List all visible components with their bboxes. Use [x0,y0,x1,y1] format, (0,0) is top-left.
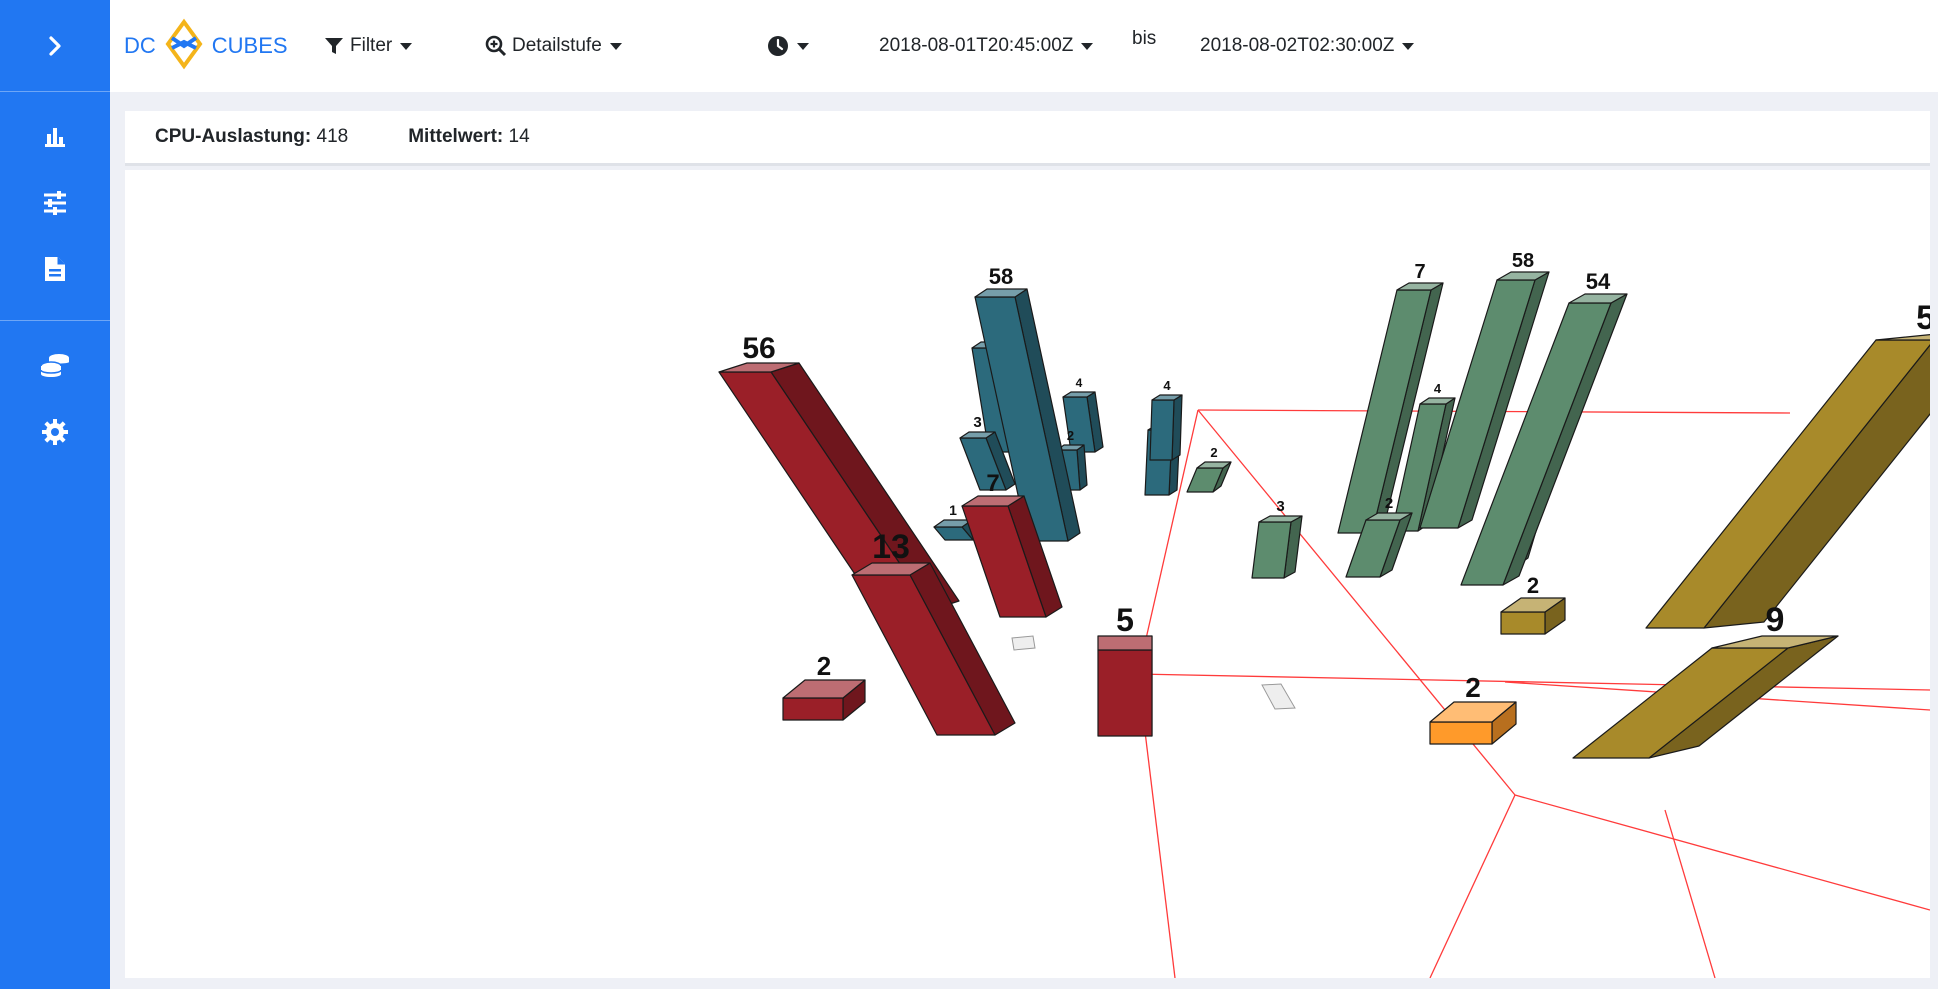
zoom-in-icon [485,35,507,57]
cpu-usage-stat: CPU-Auslastung: 418 [155,126,348,148]
clock-icon [768,36,788,56]
start-time-dropdown[interactable]: 2018-08-01T20:45:00Z [879,30,1094,62]
top-navbar: DC CUBES Filter Detailstufe 2018-08-01T2… [110,0,1938,92]
sidebar-item-settings[interactable] [0,399,110,465]
gear-icon [42,419,68,445]
filter-icon [325,38,343,54]
bar-value-label: 7 [1414,261,1425,283]
time-range-separator: bis [1132,28,1157,49]
cube-3d-chart[interactable]: 23745854324442123581567135254922 [125,170,1930,978]
sidebar-toggle-button[interactable] [0,0,110,92]
document-icon [45,257,65,281]
grid-line [1514,794,1930,911]
sidebar-item-settings-sliders[interactable] [0,170,110,236]
bar-value-label: 2 [817,651,831,681]
bar-value-label: 4 [1163,378,1171,393]
start-time-value: 2018-08-01T20:45:00Z [879,35,1074,56]
grid-line [1664,809,1716,978]
bar-value-label: 2 [1067,428,1074,443]
bar-top-face [1097,635,1153,651]
brand-text-right: CUBES [211,33,288,58]
bar-value-label: 4 [1434,381,1442,396]
bar-value-label: 58 [1512,250,1534,272]
chart-bar-teal [1062,391,1104,453]
sidebar-nav-secondary [0,321,110,465]
chart-bar-red [782,679,866,721]
bar-front-face [1500,611,1546,635]
brand-logo[interactable]: DC CUBES [124,18,288,74]
detail-level-dropdown[interactable]: Detailstufe [485,30,622,62]
bar-value-label: 2 [1210,445,1217,460]
bar-value-label: 54 [1916,299,1930,337]
grid-line [1137,673,1930,691]
bar-value-label: 4 [1076,376,1083,390]
bar-value-label: 9 [1766,601,1785,639]
bar-value-label: 2 [1465,672,1481,703]
database-icon [40,354,69,377]
detail-level-label: Detailstufe [512,35,602,56]
bar-value-label: 58 [989,264,1013,289]
sidebar-item-documents[interactable] [0,236,110,302]
bar-value-label: 13 [872,528,910,566]
bar-front-face [1251,521,1292,579]
bar-value-label: 3 [973,414,981,431]
cpu-usage-value: 418 [316,126,349,147]
floor-tile [1261,683,1296,710]
chart-bar-gold [1500,597,1566,635]
chevron-down-icon [1081,42,1094,50]
bar-front-face [782,697,844,721]
sidebar-item-database[interactable] [0,333,110,399]
stats-bar: CPU-Auslastung: 418 Mittelwert: 14 [125,111,1930,166]
sidebar-item-charts[interactable] [0,104,110,170]
bar-value-label: 54 [1586,269,1611,294]
filter-label: Filter [350,35,393,56]
bar-value-label: 2 [1527,573,1539,598]
time-preset-dropdown[interactable] [767,30,809,62]
mean-label: Mittelwert: [408,126,504,147]
chevron-down-icon [400,42,413,50]
sidebar [0,0,110,989]
sidebar-nav-main [0,92,110,321]
bar-chart-icon [45,128,65,147]
chart-bar-red [1097,635,1153,737]
cube-logo-icon [165,18,203,70]
chart-bar-green [1251,515,1303,579]
brand-text-left: DC [124,33,156,58]
bar-value-label: 7 [986,470,999,497]
chart-bar-gold [1645,333,1930,629]
cpu-usage-label: CPU-Auslastung: [155,126,312,147]
bar-front-face [1149,399,1175,461]
chart-bar-green [1186,461,1232,493]
bar-value-label: 2 [1385,495,1393,512]
chart-bar-teal [1149,394,1183,461]
mean-value: 14 [508,126,530,147]
bar-value-label: 56 [742,332,775,365]
sliders-icon [44,191,66,215]
bar-value-label: 1 [949,502,957,518]
bar-value-label: 5 [1116,602,1134,638]
chevron-down-icon [797,42,809,50]
floor-tile [1011,635,1036,651]
chevron-down-icon [1402,42,1415,50]
bar-front-face [1429,721,1493,745]
chart-bar-gold [1572,635,1839,759]
end-time-value: 2018-08-02T02:30:00Z [1200,35,1395,56]
filter-dropdown[interactable]: Filter [324,30,413,62]
grid-line [1429,794,1516,978]
chevron-right-icon [49,35,61,56]
bar-value-label: 3 [1276,498,1284,515]
bar-front-face [1097,649,1153,737]
chart-canvas[interactable]: 23745854324442123581567135254922 [125,170,1930,978]
chevron-down-icon [609,42,622,50]
end-time-dropdown[interactable]: 2018-08-02T02:30:00Z [1200,30,1415,62]
mean-stat: Mittelwert: 14 [408,126,529,148]
